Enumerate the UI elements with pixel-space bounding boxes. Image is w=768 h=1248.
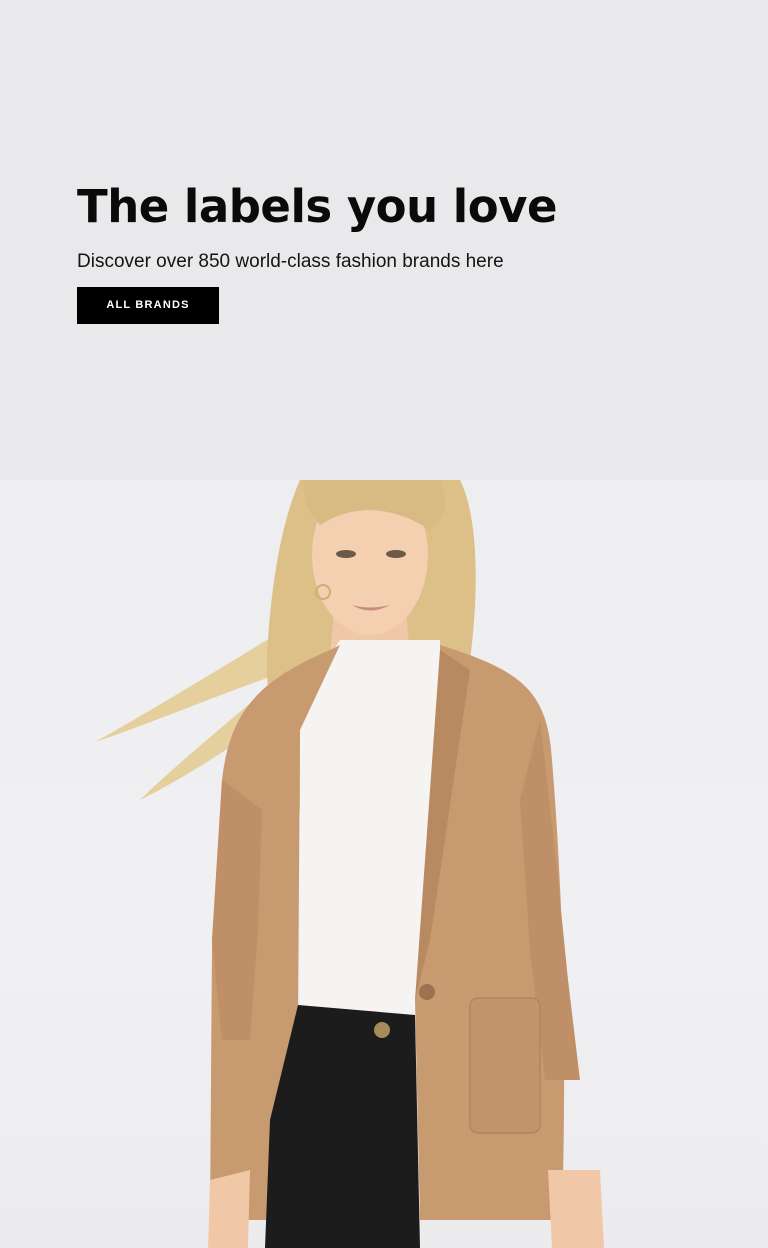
all-brands-button[interactable]: ALL BRANDS bbox=[77, 287, 219, 324]
hero-model-image bbox=[0, 480, 768, 1248]
hero-headline: The labels you love bbox=[77, 180, 557, 233]
hero-banner: The labels you love Discover over 850 wo… bbox=[77, 176, 697, 324]
hero-subline: Discover over 850 world-class fashion br… bbox=[77, 251, 504, 272]
page: The labels you love Discover over 850 wo… bbox=[0, 0, 768, 1248]
